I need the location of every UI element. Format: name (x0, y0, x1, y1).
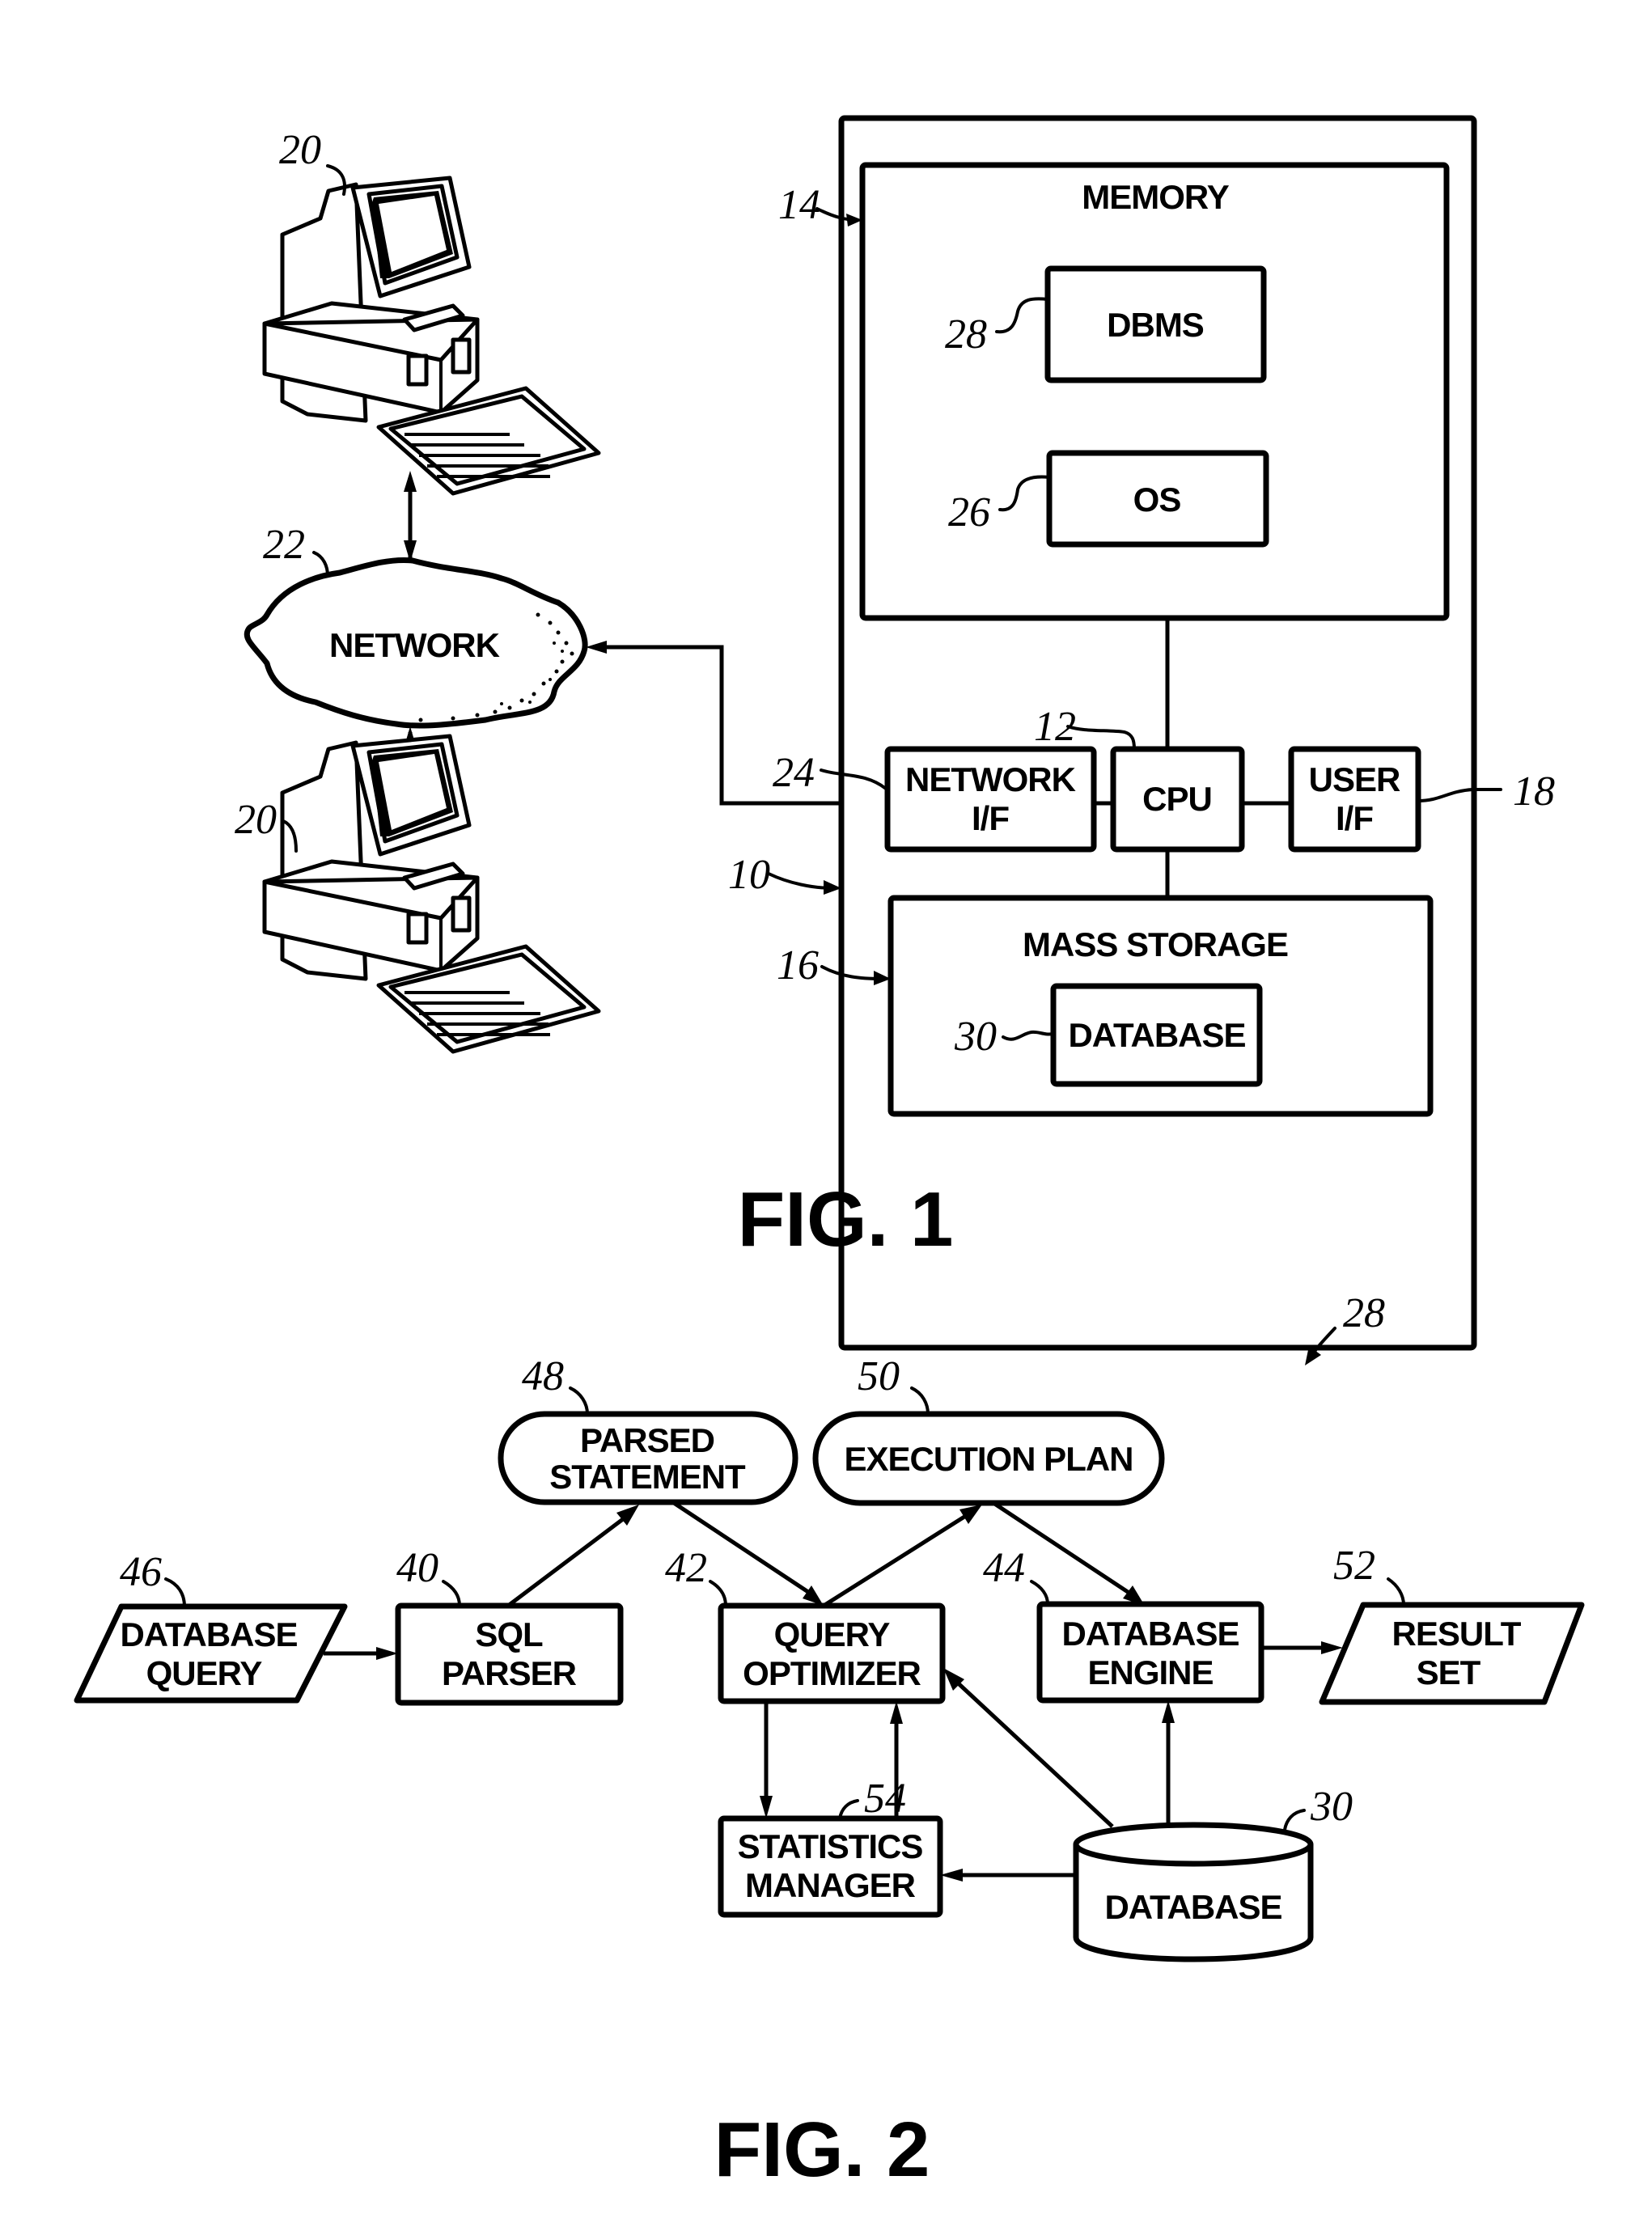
mass-storage-label: MASS STORAGE (1023, 925, 1288, 963)
query-optimizer-label-2: OPTIMIZER (743, 1654, 921, 1692)
execution-plan-label: EXECUTION PLAN (844, 1440, 1133, 1478)
ref-30-fig2: 30 (1310, 1784, 1353, 1830)
ref-46: 46 (120, 1549, 162, 1595)
patent-drawing: 20 NETWORK 22 20 MEMORY DBMS OS NETWORK … (74, 115, 1585, 2193)
ref-50: 50 (858, 1353, 900, 1399)
leader-30-fig2 (1283, 1809, 1306, 1831)
leader-48 (569, 1386, 589, 1416)
leader-42 (709, 1580, 727, 1607)
link-client-top-network (404, 471, 417, 562)
figure-2: 28 DATABASE QUERY 46 SQL PARSER 40 PARSE… (74, 1290, 1585, 2193)
memory-label: MEMORY (1082, 178, 1229, 216)
ref-44: 44 (983, 1545, 1025, 1591)
ref-16: 16 (777, 942, 819, 988)
result-set-label-1: RESULT (1392, 1615, 1522, 1653)
network-if-label-1: NETWORK (905, 760, 1076, 798)
ref-40: 40 (396, 1545, 438, 1591)
ref-20-top: 20 (279, 127, 321, 173)
client-computer-top-icon (262, 176, 601, 496)
figure-1: 20 NETWORK 22 20 MEMORY DBMS OS NETWORK … (235, 115, 1555, 1351)
database-engine-label-2: ENGINE (1087, 1653, 1213, 1691)
ref-10: 10 (728, 852, 770, 898)
user-if-label-1: USER (1309, 760, 1400, 798)
parsed-statement-label-2: STATEMENT (549, 1458, 746, 1496)
leader-52 (1387, 1577, 1405, 1607)
memory-box (859, 162, 1450, 621)
ref-28-fig1: 28 (945, 311, 987, 358)
figure-2-caption: FIG. 2 (714, 2106, 930, 2193)
ref-18: 18 (1513, 768, 1555, 815)
ref-30-fig1: 30 (954, 1014, 997, 1060)
result-set-label-2: SET (1417, 1653, 1481, 1691)
figure-1-caption: FIG. 1 (738, 1176, 954, 1263)
statistics-manager-label-2: MANAGER (745, 1866, 916, 1904)
arrow-optimizer-to-plan (822, 1510, 972, 1608)
database-query-label-2: QUERY (146, 1654, 263, 1692)
network-if-label-2: I/F (972, 799, 1009, 837)
cpu-label: CPU (1142, 780, 1212, 818)
os-label: OS (1133, 480, 1181, 519)
parsed-statement-label-1: PARSED (580, 1421, 714, 1459)
sql-parser-label-2: PARSER (442, 1654, 577, 1692)
leader-40 (442, 1580, 461, 1607)
dbms-label: DBMS (1107, 306, 1204, 344)
ref-48: 48 (522, 1353, 564, 1399)
database-label-fig1: DATABASE (1068, 1016, 1245, 1054)
arrow-parser-to-parsed (506, 1513, 631, 1607)
leader-50 (910, 1386, 930, 1416)
ref-20-bottom: 20 (235, 797, 277, 843)
network-label: NETWORK (329, 626, 500, 664)
database-label-fig2: DATABASE (1104, 1888, 1281, 1926)
ref-28-fig2: 28 (1343, 1290, 1385, 1336)
ref-52: 52 (1333, 1543, 1375, 1589)
ref-26: 26 (948, 489, 990, 536)
ref-24: 24 (773, 750, 815, 796)
ref-14: 14 (778, 182, 820, 228)
user-if-label-2: I/F (1336, 799, 1373, 837)
database-engine-label-1: DATABASE (1061, 1615, 1239, 1653)
ref-42: 42 (665, 1545, 707, 1591)
sql-parser-label-1: SQL (475, 1615, 543, 1653)
client-computer-bottom-icon (262, 734, 601, 1054)
ref-22: 22 (263, 522, 305, 568)
leader-44 (1030, 1580, 1049, 1606)
leader-46 (164, 1577, 186, 1608)
query-optimizer-label-1: QUERY (774, 1615, 891, 1653)
ref-54: 54 (864, 1776, 906, 1822)
statistics-manager-label-1: STATISTICS (738, 1827, 923, 1865)
database-query-label-1: DATABASE (120, 1615, 297, 1653)
